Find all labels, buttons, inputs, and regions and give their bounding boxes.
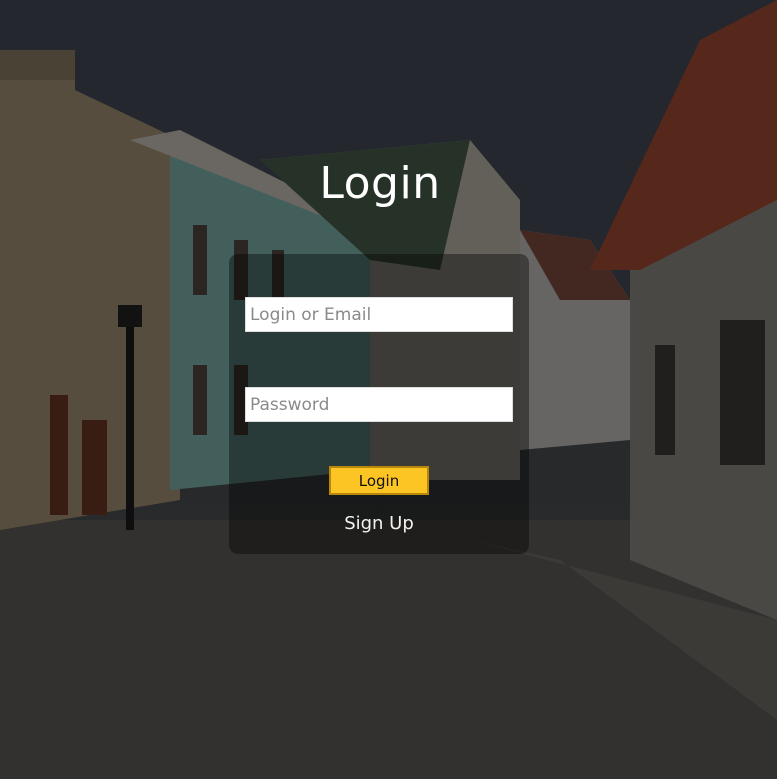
- password-input[interactable]: [245, 387, 513, 422]
- login-email-input[interactable]: [245, 297, 513, 332]
- login-page: Login Login Sign Up: [0, 0, 777, 779]
- sign-up-link[interactable]: Sign Up: [229, 513, 529, 534]
- page-title: Login: [319, 158, 441, 209]
- login-button[interactable]: Login: [329, 466, 429, 495]
